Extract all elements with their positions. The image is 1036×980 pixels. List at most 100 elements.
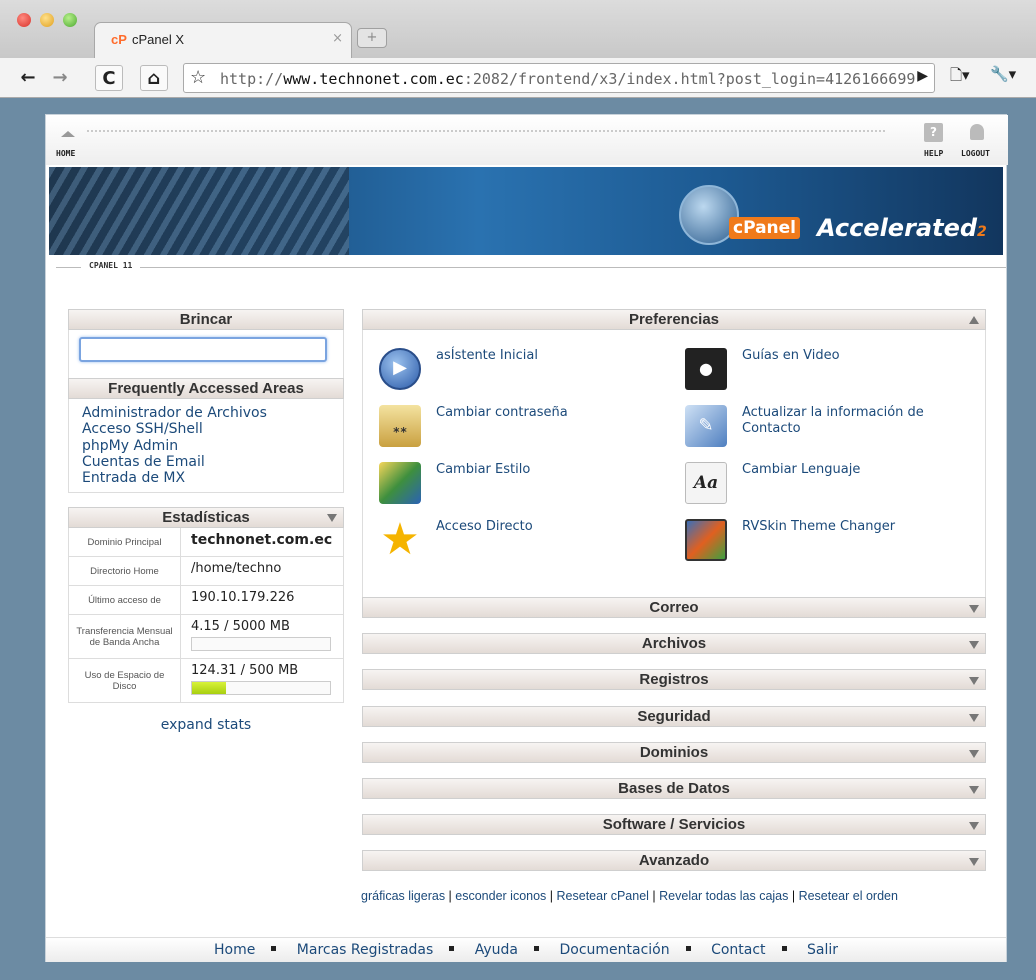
separator: | xyxy=(648,889,660,903)
stats-label: Transferencia Mensual de Banda Ancha xyxy=(69,615,181,658)
section-software[interactable]: Software / Servicios xyxy=(362,814,986,835)
pref-item-label[interactable]: Actualizar la información de Contacto xyxy=(742,405,982,436)
pref-item-getting-started[interactable]: ▶ asÍstente Inicial xyxy=(379,348,679,398)
close-window-button[interactable] xyxy=(17,13,31,27)
pref-item-shortcut[interactable]: ★ Acceso Directo xyxy=(379,514,679,569)
browser-tab[interactable]: cP cPanel X × xyxy=(94,22,352,60)
pref-item-label[interactable]: Cambiar Estilo xyxy=(436,462,676,478)
section-dominios[interactable]: Dominios xyxy=(362,742,986,763)
pref-item-video-tutorials[interactable]: ● Guías en Video xyxy=(685,348,985,398)
expand-stats-link[interactable]: expand stats xyxy=(68,717,344,733)
expand-arrow-icon[interactable] xyxy=(969,677,979,685)
section-bases-de-datos[interactable]: Bases de Datos xyxy=(362,778,986,799)
pref-item-label[interactable]: Cambiar contraseña xyxy=(436,405,676,421)
stats-row-last-access: Último acceso de 190.10.179.226 xyxy=(68,586,344,615)
stats-value-cell: 4.15 / 5000 MB xyxy=(181,615,343,658)
expand-arrow-icon[interactable] xyxy=(969,605,979,613)
preferences-header[interactable]: Preferencias xyxy=(362,309,986,330)
stats-value: technonet.com.ec xyxy=(191,532,333,548)
stats-row-domain: Dominio Principal technonet.com.ec xyxy=(68,528,344,557)
home-link[interactable]: HOME xyxy=(56,149,75,158)
pref-item-label[interactable]: Cambiar Lenguaje xyxy=(742,462,982,478)
faa-link-file-manager[interactable]: Administrador de Archivos xyxy=(82,405,330,421)
bookmark-star-icon[interactable]: ☆ xyxy=(190,67,206,88)
disk-progress-bar xyxy=(191,681,331,695)
version-divider xyxy=(56,267,1006,268)
expand-arrow-icon[interactable] xyxy=(969,641,979,649)
help-link[interactable]: HELP xyxy=(924,149,943,158)
light-graphics-link[interactable]: gráficas ligeras xyxy=(361,889,445,903)
clapperboard-icon: ● xyxy=(685,348,727,390)
url-text[interactable]: http://www.technonet.com.ec:2082/fronten… xyxy=(220,70,915,88)
pref-item-label[interactable]: RVSkin Theme Changer xyxy=(742,519,982,535)
wrench-menu-icon[interactable]: 🔧▾ xyxy=(990,65,1016,83)
expand-arrow-icon[interactable] xyxy=(969,858,979,866)
section-title: Seguridad xyxy=(637,708,711,725)
footer-docs-link[interactable]: Documentación xyxy=(559,942,669,958)
stats-value-cell: 124.31 / 500 MB xyxy=(181,659,343,702)
section-registros[interactable]: Registros xyxy=(362,669,986,690)
accelerated-logo-text: Accelerated2 xyxy=(817,214,987,242)
home-icon[interactable] xyxy=(61,125,75,137)
section-archivos[interactable]: Archivos xyxy=(362,633,986,654)
footer-help-link[interactable]: Ayuda xyxy=(475,942,518,958)
reload-button[interactable]: C xyxy=(95,65,123,91)
logout-link[interactable]: LOGOUT xyxy=(961,149,990,158)
expand-arrow-icon[interactable] xyxy=(969,714,979,722)
home-button[interactable]: ⌂ xyxy=(140,65,168,91)
faa-link-phpmyadmin[interactable]: phpMy Admin xyxy=(82,438,330,454)
browser-toolbar: ← → C ⌂ ☆ http://www.technonet.com.ec:20… xyxy=(0,58,1036,98)
footer-home-link[interactable]: Home xyxy=(214,942,255,958)
preferences-box: Preferencias ▶ asÍstente Inicial ● Guías… xyxy=(362,309,986,604)
url-rest: :2082/frontend/x3/index.html?post_login=… xyxy=(463,70,916,88)
star-icon: ★ xyxy=(380,514,420,565)
stats-header[interactable]: Estadísticas xyxy=(68,507,344,528)
pref-item-rvskin[interactable]: RVSkin Theme Changer xyxy=(685,519,985,569)
expand-arrow-icon[interactable] xyxy=(969,786,979,794)
back-button[interactable]: ← xyxy=(14,65,42,91)
expand-arrow-icon[interactable] xyxy=(969,822,979,830)
footer-contact-link[interactable]: Contact xyxy=(711,942,765,958)
section-seguridad[interactable]: Seguridad xyxy=(362,706,986,727)
help-icon[interactable]: ? xyxy=(924,123,943,142)
stats-label: Último acceso de xyxy=(69,586,181,614)
collapse-up-arrow-icon[interactable] xyxy=(969,316,979,324)
pref-item-update-contact[interactable]: ✎ Actualizar la información de Contacto xyxy=(685,405,985,455)
forward-button[interactable]: → xyxy=(46,65,74,91)
reset-cpanel-link[interactable]: Resetear cPanel xyxy=(557,889,649,903)
zoom-window-button[interactable] xyxy=(63,13,77,27)
stats-title: Estadísticas xyxy=(162,509,250,526)
pref-item-change-language[interactable]: Aa Cambiar Lenguaje xyxy=(685,462,985,512)
pref-item-label[interactable]: Guías en Video xyxy=(742,348,982,364)
tab-close-icon[interactable]: × xyxy=(332,31,343,46)
footer-trademarks-link[interactable]: Marcas Registradas xyxy=(297,942,434,958)
pref-item-label[interactable]: Acceso Directo xyxy=(436,519,676,535)
section-avanzado[interactable]: Avanzado xyxy=(362,850,986,871)
accelerated-word: Accelerated xyxy=(817,214,978,242)
faa-link-ssh[interactable]: Acceso SSH/Shell xyxy=(82,421,330,437)
page-menu-icon[interactable]: 🗋▾ xyxy=(950,65,970,90)
hide-icons-link[interactable]: esconder iconos xyxy=(455,889,546,903)
new-tab-button[interactable]: + xyxy=(357,28,387,48)
faa-link-mx-entry[interactable]: Entrada de MX xyxy=(82,470,330,486)
logout-user-icon[interactable] xyxy=(970,124,984,140)
brincar-box: Brincar xyxy=(68,309,344,379)
frequently-accessed-box: Frequently Accessed Areas Administrador … xyxy=(68,378,344,494)
pref-item-change-password[interactable]: ** Cambiar contraseña xyxy=(379,405,679,455)
pref-item-label[interactable]: asÍstente Inicial xyxy=(436,348,676,364)
faa-link-email-accounts[interactable]: Cuentas de Email xyxy=(82,454,330,470)
cpanel-favicon-icon: cP xyxy=(111,32,127,47)
go-icon[interactable]: ▶ xyxy=(917,68,928,84)
collapse-arrow-icon[interactable] xyxy=(327,514,337,522)
expand-arrow-icon[interactable] xyxy=(969,750,979,758)
section-correo[interactable]: Correo xyxy=(362,597,986,618)
pref-item-change-style[interactable]: Cambiar Estilo xyxy=(379,462,679,512)
bandwidth-progress-bar xyxy=(191,637,331,651)
reset-order-link[interactable]: Resetear el orden xyxy=(799,889,898,903)
minimize-window-button[interactable] xyxy=(40,13,54,27)
footer-logout-link[interactable]: Salir xyxy=(807,942,838,958)
brincar-search-input[interactable] xyxy=(79,337,327,362)
footer-nav: Home Marcas Registradas Ayuda Documentac… xyxy=(46,937,1006,962)
address-bar[interactable]: ☆ http://www.technonet.com.ec:2082/front… xyxy=(183,63,935,93)
reveal-boxes-link[interactable]: Revelar todas las cajas xyxy=(659,889,788,903)
